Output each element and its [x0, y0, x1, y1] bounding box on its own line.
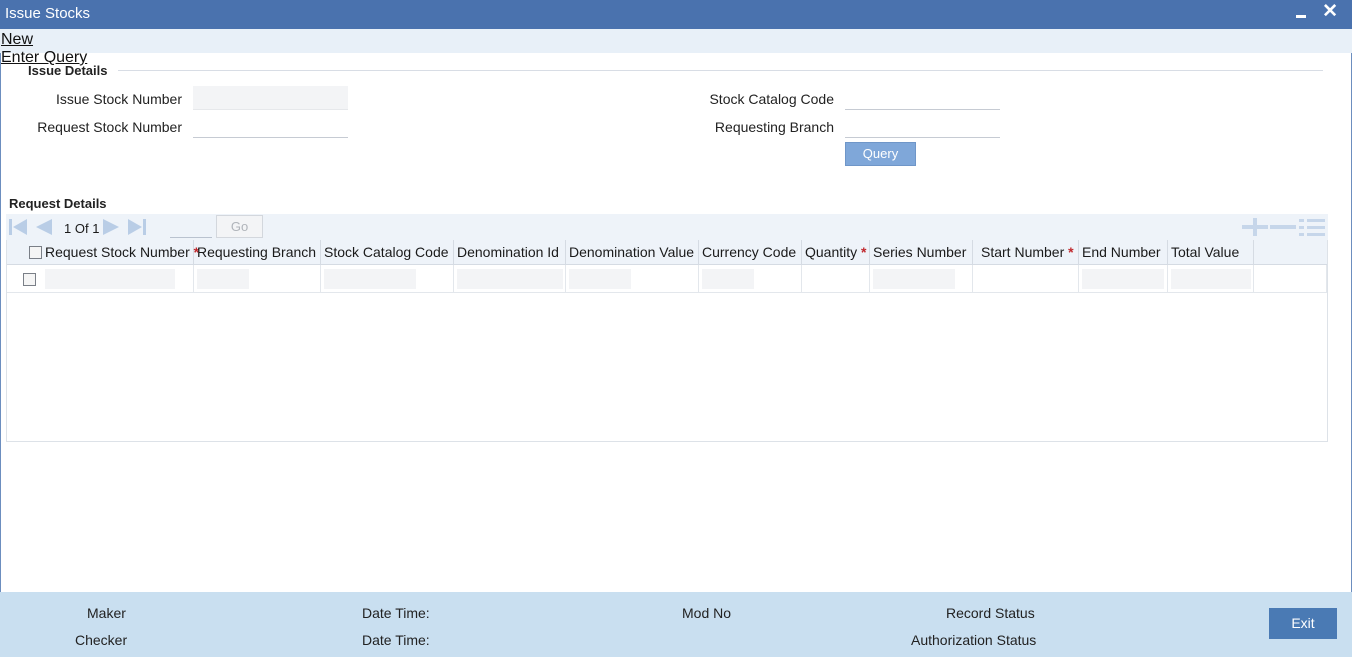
new-link[interactable]: New — [1, 31, 33, 49]
grid-header: Request Stock Number * Requesting Branch… — [7, 240, 1327, 265]
page-number-input[interactable] — [170, 218, 212, 238]
stock-catalog-code-cell[interactable] — [321, 265, 454, 293]
checker-label: Checker — [75, 632, 128, 648]
issue-stock-number-label: Issue Stock Number — [55, 91, 182, 107]
request-details-grid: Request Stock Number * Requesting Branch… — [6, 240, 1328, 442]
record-status-label: Record Status — [946, 605, 1035, 621]
table-row — [7, 265, 1327, 293]
column-header[interactable]: Request Stock Number * — [42, 240, 199, 265]
column-label: Denomination Value — [569, 244, 695, 260]
column-header[interactable]: Start Number * — [973, 240, 1079, 265]
next-page-icon[interactable] — [102, 218, 122, 236]
stock-catalog-code-field[interactable] — [845, 86, 1000, 110]
request-details-title: Request Details — [9, 196, 107, 211]
column-header[interactable]: Denomination Id — [454, 240, 566, 265]
column-label: Request Stock Number — [45, 244, 190, 260]
footer-bar — [0, 592, 1352, 657]
column-header[interactable]: Total Value — [1168, 240, 1254, 265]
series-number-cell[interactable] — [870, 265, 973, 293]
requesting-branch-cell[interactable] — [194, 265, 321, 293]
column-header[interactable]: End Number — [1079, 240, 1168, 265]
requesting-branch-label: Requesting Branch — [714, 119, 834, 135]
delete-row-icon[interactable] — [1270, 218, 1296, 236]
request-stock-number-cell[interactable] — [42, 265, 194, 293]
authorization-status-label: Authorization Status — [911, 632, 1037, 648]
start-number-cell[interactable] — [973, 265, 1079, 293]
previous-page-icon[interactable] — [33, 218, 53, 236]
column-label: Start Number — [981, 244, 1065, 260]
window-title: Issue Stocks — [5, 5, 91, 22]
required-marker: * — [1068, 244, 1074, 260]
column-header[interactable]: Stock Catalog Code — [321, 240, 454, 265]
column-label: Series Number — [873, 244, 967, 260]
issue-stock-number-field — [193, 86, 348, 110]
currency-code-cell[interactable] — [699, 265, 802, 293]
column-label: Denomination Id — [457, 244, 559, 260]
required-marker: * — [861, 244, 867, 260]
column-label: End Number — [1082, 244, 1161, 260]
column-label: Requesting Branch — [197, 244, 317, 260]
issue-details-divider — [118, 70, 1323, 71]
first-page-icon[interactable] — [8, 218, 28, 236]
column-label: Currency Code — [702, 244, 797, 260]
maker-label: Maker — [87, 605, 126, 621]
minimize-icon[interactable] — [1294, 5, 1308, 21]
menu-bar — [0, 29, 1352, 53]
close-icon[interactable]: ✕ — [1322, 0, 1338, 23]
request-stock-number-label: Request Stock Number — [37, 119, 182, 135]
mod-no-label: Mod No — [682, 605, 732, 621]
extra-cell — [1254, 265, 1327, 293]
exit-button[interactable]: Exit — [1269, 608, 1337, 639]
add-row-icon[interactable] — [1242, 218, 1268, 236]
column-label: Stock Catalog Code — [324, 244, 449, 260]
checker-date-time-label: Date Time: — [362, 632, 430, 648]
column-header[interactable]: Denomination Value — [566, 240, 699, 265]
title-bar: Issue Stocks ✕ — [0, 0, 1352, 29]
denomination-value-cell[interactable] — [566, 265, 699, 293]
maker-date-time-label: Date Time: — [362, 605, 430, 621]
total-value-cell[interactable] — [1168, 265, 1254, 293]
issue-details-legend: Issue Details — [28, 63, 108, 78]
page-of-label: Of — [74, 221, 89, 236]
denomination-id-cell[interactable] — [454, 265, 566, 293]
stock-catalog-code-label: Stock Catalog Code — [709, 91, 834, 107]
requesting-branch-field[interactable] — [845, 114, 1000, 138]
column-label: Quantity — [805, 244, 858, 260]
column-header[interactable]: Quantity * — [802, 240, 870, 265]
grid-toolbar: 1 Of 1 Go — [6, 214, 1328, 240]
last-page-icon[interactable] — [127, 218, 147, 236]
request-stock-number-field[interactable] — [193, 114, 348, 138]
column-label: Total Value — [1171, 244, 1240, 260]
column-header[interactable]: Requesting Branch — [194, 240, 321, 265]
column-header[interactable]: Currency Code — [699, 240, 802, 265]
select-all-checkbox[interactable] — [29, 246, 42, 259]
single-view-icon[interactable] — [1299, 218, 1325, 236]
page-info: 1 Of 1 — [64, 221, 99, 236]
go-button[interactable]: Go — [216, 215, 263, 238]
query-button[interactable]: Query — [845, 142, 916, 166]
row-checkbox[interactable] — [23, 273, 36, 286]
page-total: 1 — [92, 221, 100, 236]
end-number-cell[interactable] — [1079, 265, 1168, 293]
column-header[interactable]: Series Number — [870, 240, 973, 265]
page-current: 1 — [64, 221, 72, 236]
quantity-cell[interactable] — [802, 265, 870, 293]
